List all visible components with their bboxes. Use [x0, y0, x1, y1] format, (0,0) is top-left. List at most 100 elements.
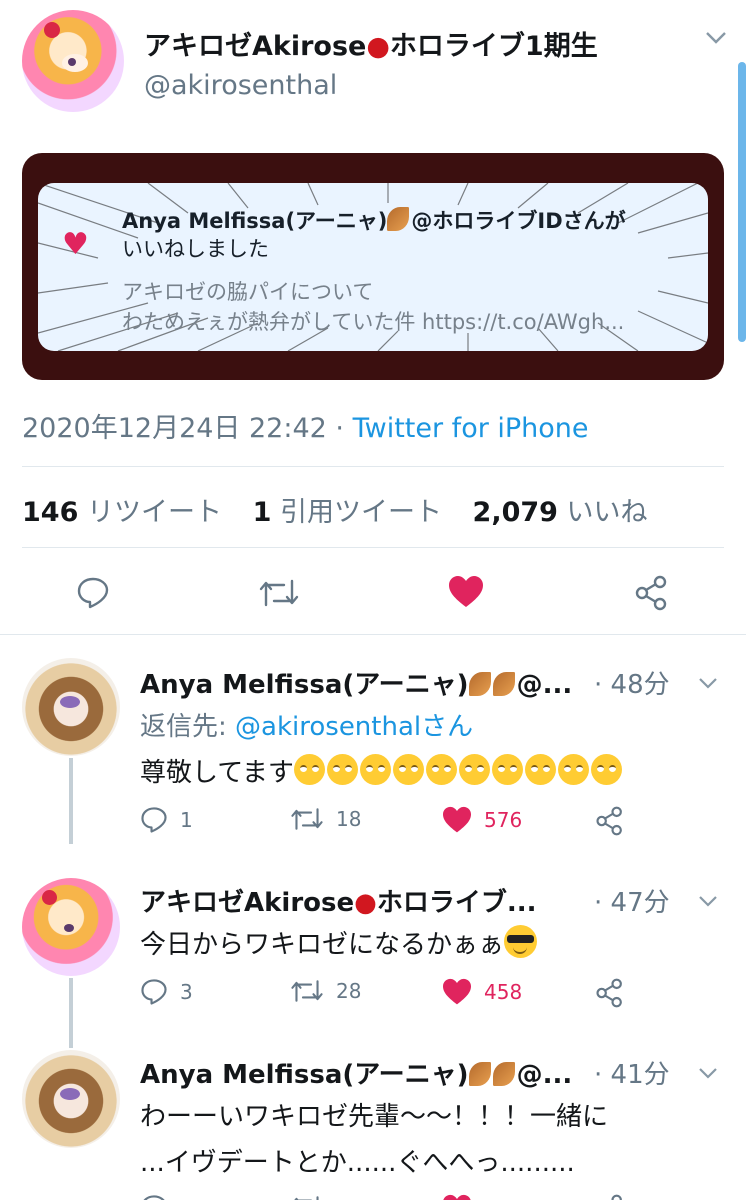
share-button[interactable]	[595, 1194, 637, 1200]
reply-tweet[interactable]: アキロゼAkirose●ホロライブ... · 47分 今日からワキロゼになるかぁ…	[0, 878, 746, 1048]
thread-line	[69, 978, 73, 1048]
reply-tweet[interactable]: Anya Melfissa(アーニャ) @... · 48分 返信先: @akir…	[0, 658, 746, 844]
reply-text-content: 今日からワキロゼになるかぁぁ	[140, 930, 505, 960]
reply-tweet[interactable]: Anya Melfissa(アーニャ) @... · 41分 わーーいワキロゼ先輩…	[0, 1050, 746, 1200]
reply-icon[interactable]	[76, 576, 110, 614]
author-handle[interactable]: @akirosenthal	[144, 70, 337, 101]
quotes-count[interactable]: 1	[253, 497, 272, 528]
reply-text: 尊敬してます	[140, 752, 624, 789]
reply-author-name[interactable]: アキロゼAkirose●ホロライブ...	[140, 882, 536, 919]
chevron-down-icon[interactable]	[698, 670, 718, 694]
reply-text: 今日からワキロゼになるかぁぁ	[140, 924, 538, 961]
image-text-name: Anya Melfissa(アーニャ)	[122, 209, 388, 233]
rolling-eyes-emoji	[590, 754, 622, 785]
like-icon[interactable]	[448, 575, 484, 613]
tweet-image[interactable]: ♥ Anya Melfissa(アーニャ) @ホロライブIDさんが いいねしました…	[22, 153, 724, 380]
share-icon	[611, 1194, 622, 1200]
share-button[interactable]	[595, 806, 637, 836]
like-icon	[443, 978, 471, 1005]
like-count: 458	[484, 980, 523, 1004]
rolling-eyes-emoji-row	[293, 754, 624, 788]
reply-text-line-2: ...イヴデートとか......ぐへへっ.........	[140, 1148, 575, 1178]
thread-line	[69, 758, 73, 844]
reply-author-name-text: Anya Melfissa(アーニャ)	[140, 1060, 469, 1090]
avatar[interactable]	[22, 1050, 120, 1148]
reply-time[interactable]: · 47分	[594, 882, 670, 919]
reply-count: 3	[180, 980, 193, 1004]
image-panel: ♥ Anya Melfissa(アーニャ) @ホロライブIDさんが いいねしました…	[38, 183, 708, 351]
reply-actions	[140, 1194, 680, 1200]
retweet-count: 28	[336, 979, 362, 1003]
retweets-label[interactable]: リツイート	[87, 497, 222, 528]
likes-label[interactable]: いいね	[567, 497, 648, 528]
reply-button[interactable]: 1	[140, 806, 193, 834]
apple-emoji: ●	[354, 888, 377, 918]
retweet-icon	[291, 808, 323, 830]
chevron-down-icon[interactable]	[698, 1060, 718, 1084]
rolling-eyes-emoji	[326, 754, 358, 785]
share-icon[interactable]	[634, 575, 670, 615]
likes-count[interactable]: 2,079	[473, 497, 558, 528]
quotes-label[interactable]: 引用ツイート	[280, 497, 442, 528]
like-button[interactable]	[442, 1194, 484, 1200]
avatar[interactable]	[22, 658, 120, 756]
chevron-down-icon[interactable]	[705, 26, 727, 50]
like-button[interactable]: 458	[442, 978, 522, 1006]
rolling-eyes-emoji	[293, 754, 325, 785]
reply-author-handle: @...	[516, 1060, 573, 1090]
rolling-eyes-emoji	[557, 754, 589, 785]
like-icon	[443, 1194, 471, 1200]
reply-to-line: 返信先: @akirosenthalさん	[140, 706, 473, 743]
reply-time[interactable]: · 48分	[594, 664, 670, 701]
reply-author-handle: @...	[516, 670, 573, 700]
timestamp-separator: ·	[335, 413, 345, 444]
retweet-button[interactable]: 18	[290, 806, 361, 832]
leaf-emoji	[468, 1062, 491, 1086]
reply-author-name-text: アキロゼAkirose	[140, 888, 355, 918]
like-button[interactable]: 576	[442, 806, 522, 834]
reply-icon	[141, 979, 167, 1005]
author-name[interactable]: アキロゼAkirose●ホロライブ1期生	[144, 24, 598, 63]
reply-actions: 3 28 458	[140, 978, 680, 1010]
reply-time[interactable]: · 41分	[594, 1054, 670, 1091]
rolling-eyes-emoji	[359, 754, 391, 785]
reply-author-name-text: Anya Melfissa(アーニャ)	[140, 670, 469, 700]
author-name-text-2: ホロライブ1期生	[389, 31, 598, 62]
divider	[22, 466, 724, 467]
avatar[interactable]	[22, 10, 124, 112]
reply-count: 1	[180, 808, 193, 832]
reply-button[interactable]	[140, 1194, 180, 1200]
retweet-icon[interactable]	[258, 577, 300, 613]
reply-author-name-suffix: ホロライブ...	[376, 888, 537, 918]
tweet-stats: 146 リツイート 1 引用ツイート 2,079 いいね	[22, 490, 670, 529]
reply-author-name[interactable]: Anya Melfissa(アーニャ) @...	[140, 1054, 572, 1091]
main-tweet-header: アキロゼAkirose●ホロライブ1期生 @akirosenthal	[22, 10, 742, 112]
image-text-suffix: @ホロライブIDさんが	[411, 209, 626, 233]
share-icon	[596, 806, 622, 836]
reply-author-name[interactable]: Anya Melfissa(アーニャ) @...	[140, 664, 572, 701]
image-text-line-2: いいねしました	[122, 237, 269, 261]
reply-button[interactable]: 3	[140, 978, 193, 1006]
divider	[0, 634, 746, 635]
leaf-emoji	[492, 672, 515, 696]
leaf-emoji	[468, 672, 491, 696]
image-text-line-1: Anya Melfissa(アーニャ) @ホロライブIDさんが	[122, 205, 626, 235]
rolling-eyes-emoji	[458, 754, 490, 785]
reply-icon	[143, 1195, 165, 1200]
apple-emoji: ●	[366, 31, 390, 62]
retweet-button[interactable]: 28	[290, 978, 361, 1004]
author-name-text: アキロゼAkirose	[144, 31, 367, 62]
like-icon	[443, 806, 471, 833]
reply-mention[interactable]: @akirosenthalさん	[235, 712, 473, 742]
avatar[interactable]	[22, 878, 120, 976]
share-icon	[596, 978, 622, 1008]
tweet-source[interactable]: Twitter for iPhone	[353, 413, 589, 444]
share-button[interactable]	[595, 978, 637, 1008]
tweet-timestamp: 2020年12月24日 22:42 · Twitter for iPhone	[22, 406, 589, 445]
tweet-date[interactable]: 2020年12月24日 22:42	[22, 413, 327, 444]
retweets-count[interactable]: 146	[22, 497, 78, 528]
heart-icon: ♥	[62, 227, 89, 262]
retweet-button[interactable]	[290, 1194, 336, 1200]
reply-text-content: 尊敬してます	[140, 758, 294, 788]
chevron-down-icon[interactable]	[698, 888, 718, 912]
